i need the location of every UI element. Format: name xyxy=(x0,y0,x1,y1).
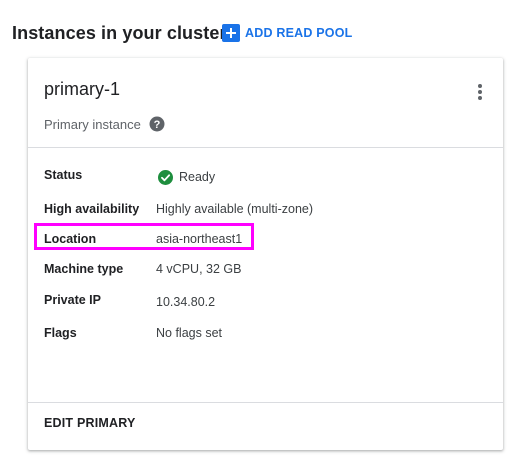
instance-type-row: Primary instance ? xyxy=(44,114,165,134)
more-options-icon[interactable] xyxy=(472,82,488,102)
machine-type-label: Machine type xyxy=(44,262,124,276)
edit-primary-button[interactable]: EDIT PRIMARY xyxy=(44,416,136,430)
footer-divider xyxy=(28,402,503,403)
instance-type: Primary instance xyxy=(44,116,141,132)
instance-card: primary-1 Primary instance ? Status Read… xyxy=(28,58,503,450)
high-availability-label: High availability xyxy=(44,202,140,216)
high-availability-value: Highly available (multi-zone) xyxy=(156,202,314,216)
status-value: Ready xyxy=(179,170,216,184)
private-ip-row: Private IP 10.34.80.2 xyxy=(44,290,215,310)
flags-label: Flags xyxy=(44,326,77,340)
machine-type-value: 4 vCPU, 32 GB xyxy=(156,262,242,276)
location-value: asia-northeast1 xyxy=(156,232,243,246)
private-ip-value: 10.34.80.2 xyxy=(156,295,216,309)
status-value-wrap: Ready xyxy=(156,169,216,185)
flags-value: No flags set xyxy=(156,326,223,340)
high-availability-row: High availability Highly available (mult… xyxy=(44,199,313,219)
location-label: Location xyxy=(44,232,97,246)
section-header: Instances in your cluster xyxy=(12,20,227,46)
status-label: Status xyxy=(44,168,83,182)
machine-type-row: Machine type 4 vCPU, 32 GB xyxy=(44,259,241,279)
add-read-pool-button[interactable]: ADD READ POOL xyxy=(222,23,352,43)
section-title: Instances in your cluster xyxy=(12,22,227,43)
instance-name: primary-1 xyxy=(44,79,121,99)
add-icon xyxy=(222,24,240,42)
location-row: Location asia-northeast1 xyxy=(44,229,242,249)
add-read-pool-label: ADD READ POOL xyxy=(245,26,353,40)
flags-row: Flags No flags set xyxy=(44,323,222,343)
svg-text:?: ? xyxy=(153,119,160,131)
check-circle-icon xyxy=(158,169,173,185)
header-divider xyxy=(28,147,503,148)
status-row: Status Ready xyxy=(44,165,215,185)
help-icon[interactable]: ? xyxy=(149,116,165,132)
private-ip-label: Private IP xyxy=(44,293,101,307)
